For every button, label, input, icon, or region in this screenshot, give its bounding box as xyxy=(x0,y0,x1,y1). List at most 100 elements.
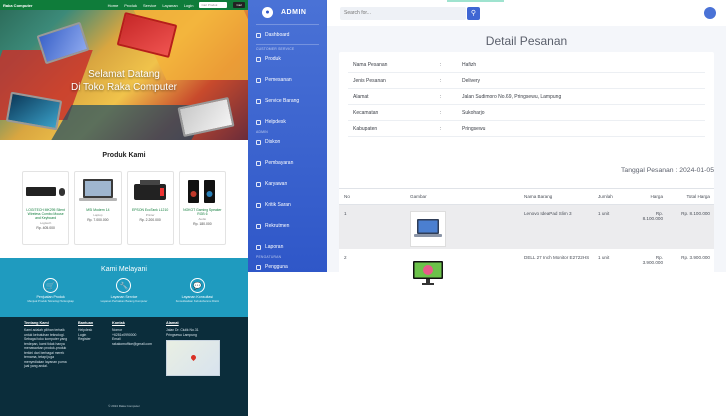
store-nav-links: Home Produk Service Layanan Login Cari P… xyxy=(108,2,245,8)
sidebar-item-dashboard[interactable]: Dashboard xyxy=(248,29,327,41)
nav-link-home[interactable]: Home xyxy=(108,3,119,8)
sidebar-item-pemesanan[interactable]: Pemesanan xyxy=(248,74,327,86)
info-key: Nama Pesanan xyxy=(353,62,388,68)
hero-banner: Selamat Datang Di Toko Raka Computer xyxy=(0,10,248,140)
users-icon xyxy=(256,181,261,187)
product-card[interactable]: NOKOT Gaming Speaker RGB 6 Audio Rp. 180… xyxy=(178,171,226,245)
admin-sidebar: ● ADMIN Dashboard CUSTOMER SERVICE Produ… xyxy=(248,0,327,272)
info-value: Delivery xyxy=(462,78,481,84)
footer-alamat: Alamat Jalan Dr. Ciulik No.31 Pringsewu … xyxy=(166,321,220,376)
cell-total: Rp. 8.100.000 xyxy=(667,204,714,249)
service-item: 💬 Layanan Konsultasi Konsultasikan Kebut… xyxy=(167,278,227,303)
sidebar-item-laporan[interactable]: Laporan xyxy=(248,241,327,253)
sidebar-item-pembayaran[interactable]: Pembayaran xyxy=(248,157,327,169)
speaker-image xyxy=(180,178,225,204)
table-row: 1 Lenovo IdeaPad Slim 3 1 unit Rp. 8.100… xyxy=(339,204,714,249)
sidebar-item-label: Produk xyxy=(265,56,281,62)
screenshot-root: Raka Computer Home Produk Service Layana… xyxy=(0,0,726,416)
admin-page: ● ADMIN Dashboard CUSTOMER SERVICE Produ… xyxy=(248,0,726,416)
info-row: Jenis Pesanan: Delivery xyxy=(348,74,705,89)
sidebar-divider xyxy=(256,24,319,25)
product-name[interactable]: MSI Modern 14 xyxy=(75,208,120,212)
sidebar-brand[interactable]: ● ADMIN xyxy=(248,0,327,24)
order-detail-card: Nama Pesanan: Hafizh Jenis Pesanan: Delive… xyxy=(339,52,714,291)
footer-kontak: Kontak Nomor +6281x0990000 Email rakakom… xyxy=(112,321,156,376)
product-name[interactable]: NOKOT Gaming Speaker RGB 6 xyxy=(180,208,225,216)
sidebar-brand-title: ADMIN xyxy=(281,8,307,16)
sidebar-item-diskon[interactable]: Diskon xyxy=(248,136,327,148)
sidebar-heading: ADMIN xyxy=(256,130,268,134)
hero-laptop-image xyxy=(177,96,235,138)
sidebar-item-helpdesk[interactable]: Helpdesk xyxy=(248,116,327,128)
product-category: Audio xyxy=(198,217,207,221)
service-item: 🛒 Penjualan Produk Menjual Produk Teknol… xyxy=(21,278,81,303)
info-value: Pringsewu xyxy=(462,126,486,132)
map-embed[interactable] xyxy=(166,340,220,376)
nav-link-service[interactable]: Service xyxy=(143,3,156,8)
col-header-gambar: Gambar xyxy=(405,188,519,205)
sidebar-item-karyawan[interactable]: Karyawan xyxy=(248,178,327,190)
product-category: Printer xyxy=(145,213,155,217)
sidebar-item-label: Karyawan xyxy=(265,181,288,187)
briefcase-icon xyxy=(256,223,261,229)
cell-nama: Lenovo IdeaPad Slim 3 xyxy=(519,204,593,249)
table-row: 2 DELL 27 Inch Monitor E2722HS 1 unit Rp… xyxy=(339,249,714,291)
wrench-icon: 🔧 xyxy=(116,278,132,293)
product-price: Rp. 2.200.000 xyxy=(139,218,161,222)
admin-logo-icon: ● xyxy=(262,6,273,18)
admin-search-input[interactable] xyxy=(340,6,466,20)
search-icon[interactable]: ⚲ xyxy=(467,6,480,20)
product-name[interactable]: EPSON EcoTank L1210 xyxy=(128,208,173,212)
sidebar-item-produk[interactable]: Produk xyxy=(248,53,327,65)
nav-link-layanan[interactable]: Layanan xyxy=(162,3,177,8)
info-separator: : xyxy=(440,126,442,132)
footer-link-register[interactable]: Register xyxy=(78,337,102,342)
printer-image xyxy=(128,178,173,204)
product-card[interactable]: MSI Modern 14 Laptop Rp. 7.000.000 xyxy=(74,171,122,245)
sidebar-item-label: Helpdesk xyxy=(265,119,286,125)
product-name[interactable]: LOGITECH MK295 Silent Wireless Combo Mou… xyxy=(23,208,68,220)
nav-link-login[interactable]: Login xyxy=(184,3,194,8)
col-header-no: No xyxy=(339,188,405,205)
sidebar-item-label: Dashboard xyxy=(265,32,290,38)
sidebar-item-label: Laporan xyxy=(265,244,284,250)
product-card[interactable]: EPSON EcoTank L1210 Printer Rp. 2.200.00… xyxy=(126,171,174,245)
product-price: Rp. 405.000 xyxy=(36,226,55,230)
cart-icon xyxy=(256,77,261,83)
hero-line-2: Di Toko Raka Computer xyxy=(71,82,177,93)
store-search-button[interactable]: Cari xyxy=(233,2,245,8)
store-navbar: Raka Computer Home Produk Service Layana… xyxy=(0,0,248,10)
user-avatar[interactable] xyxy=(704,7,716,19)
product-category: Laptop xyxy=(93,213,103,217)
order-date: Tanggal Pesanan : 2024-01-05 xyxy=(621,167,714,174)
service-item: 🔧 Layanan Service Layanan Perbaikan Bara… xyxy=(94,278,154,303)
info-value: Hafizh xyxy=(462,62,477,68)
sidebar-item-service[interactable]: Service Barang xyxy=(248,95,327,107)
product-grid: LOGITECH MK295 Silent Wireless Combo Mou… xyxy=(0,171,248,245)
info-row: Kecamatan: Sukoharjo xyxy=(348,106,705,121)
store-footer: Tentang Kami Kami adalah pilihan terbaik… xyxy=(0,317,248,416)
store-search-input[interactable]: Cari Produk xyxy=(199,2,228,8)
cart-icon: 🛒 xyxy=(43,278,59,293)
wallet-icon xyxy=(256,160,261,166)
info-row: Alamat: Jalan Sudimoro No.69, Pringsewu, … xyxy=(348,90,705,105)
footer-kontak-title: Kontak xyxy=(112,321,125,325)
footer-about-text: Kami adalah pilihan terbaik untuk kebutu… xyxy=(24,328,68,368)
sidebar-item-rekrutmen[interactable]: Rekrutmen xyxy=(248,220,327,232)
sidebar-item-label: Pengguna xyxy=(265,264,288,270)
store-brand[interactable]: Raka Computer xyxy=(3,3,33,8)
sidebar-item-pengguna[interactable]: Pengguna xyxy=(248,261,327,273)
product-price: Rp. 180.000 xyxy=(193,222,212,226)
table-header-row: No Gambar Nama Barang Jumlah Harga Total… xyxy=(339,188,714,205)
service-item-desc: Menjual Produk Teknologi Terlengkap xyxy=(27,299,74,303)
sidebar-heading: PENGATURAN xyxy=(256,255,282,259)
cell-no: 1 xyxy=(339,204,405,249)
laptop-thumbnail xyxy=(410,211,446,247)
services-title: Kami Melayani xyxy=(101,266,147,273)
nav-link-produk[interactable]: Produk xyxy=(124,3,137,8)
info-value: Sukoharjo xyxy=(462,110,485,116)
cell-no: 2 xyxy=(344,254,347,260)
footer-bantuan: Bantuan Helpdesk Login Register xyxy=(78,321,102,376)
product-card[interactable]: LOGITECH MK295 Silent Wireless Combo Mou… xyxy=(22,171,70,245)
sidebar-item-kritik-saran[interactable]: Kritik Saran xyxy=(248,199,327,211)
